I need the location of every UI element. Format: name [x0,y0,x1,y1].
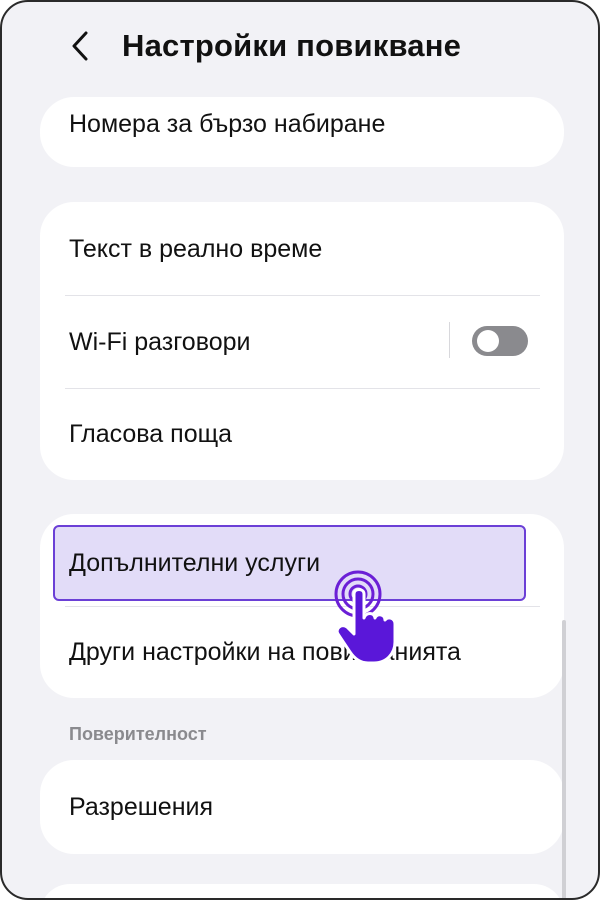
wifi-calling-label: Wi-Fi разговори [69,327,251,356]
permissions-item[interactable]: Разрешения [40,760,564,854]
permissions-label: Разрешения [69,792,214,821]
scrollbar[interactable] [562,620,566,898]
voicemail-item[interactable]: Гласова поща [40,389,564,480]
wifi-calling-toggle[interactable] [472,326,528,356]
supplementary-services-label: Допълнителни услуги [69,548,321,577]
app-header: Настройки повикване [2,2,598,90]
speed-dial-label: Номера за бързо набиране [69,109,386,138]
section-header-privacy: Поверителност [69,724,207,744]
voicemail-label: Гласова поща [69,420,233,448]
other-call-settings-item[interactable]: Други настройки на повикванията [40,607,564,698]
settings-card-calling: Текст в реално време Wi-Fi разговори Гла… [40,202,564,480]
vertical-separator [449,322,450,358]
speed-dial-item[interactable]: Номера за бързо набиране [40,97,564,151]
rtt-label: Текст в реално време [69,234,323,263]
wifi-calling-item[interactable]: Wi-Fi разговори [40,296,564,388]
tap-hand-icon [334,570,397,665]
chevron-left-icon [72,31,88,61]
phone-frame: Настройки повикване Номера за бързо наби… [0,0,600,900]
page-title: Настройки повикване [122,28,462,63]
back-button[interactable] [60,24,100,68]
rtt-item[interactable]: Текст в реално време [40,202,564,296]
supplementary-services-item[interactable]: Допълнителни услуги [53,525,526,601]
toggle-knob [477,330,499,352]
settings-card-next [40,884,564,898]
settings-card-permissions: Разрешения [40,760,564,854]
settings-card-speed-dial: Номера за бързо набиране [40,97,564,167]
